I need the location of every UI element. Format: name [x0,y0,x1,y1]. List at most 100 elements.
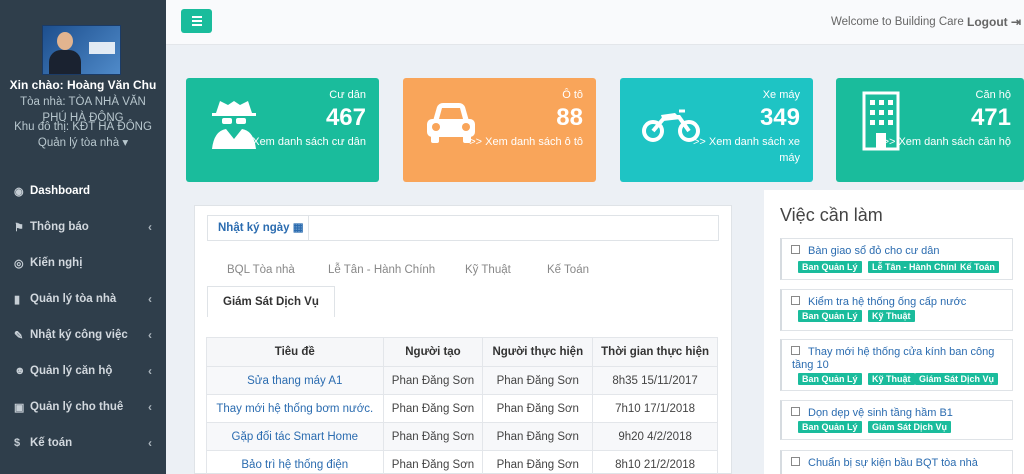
stat-label: Căn hộ [975,89,1011,101]
dashboard-icon: ◉ [14,185,24,198]
task-text[interactable]: Bàn giao sổ đỏ cho cư dân [808,245,1002,258]
tab-accounting[interactable]: Kế Toán [547,264,589,276]
view-apartments-link[interactable]: >> Xem danh sách căn hộ [881,134,1011,150]
todo-item: Bàn giao sổ đỏ cho cư dân Ban Quản Lý Lễ… [780,238,1013,280]
sidebar-item-accounting[interactable]: $ Kế toán ‹ [0,425,166,461]
view-residents-link[interactable]: >> Xem danh sách cư dân [236,134,366,150]
stat-label: Xe máy [762,89,800,101]
task-checkbox[interactable] [791,457,800,466]
topbar: Welcome to Building Care Logout ⇥ [166,0,1024,45]
column-header: Người tạo [382,337,484,367]
sidebar-item-notifications[interactable]: ⚑ Thông báo ‹ [0,209,166,245]
area-line: Khu đô thị: KĐT HÀ ĐÔNG [14,121,152,133]
tag-badge: Giám Sát Dịch Vụ [915,373,999,385]
todo-item: Thay mới hệ thống cửa kính ban công tầng… [780,339,1013,391]
task-checkbox[interactable] [791,245,800,254]
stat-value: 467 [325,104,366,131]
edit-icon: ✎ [14,329,24,342]
logout-link[interactable]: Logout ⇥ [967,15,1021,29]
sidebar-item-feedback[interactable]: ◎ Kiến nghị [0,245,166,281]
sidebar-menu: ◉ Dashboard ⚑ Thông báo ‹ ◎ Kiến nghị ▮ Quản … [0,173,166,461]
menu-toggle-button[interactable] [181,9,212,33]
stat-card-motorbikes: Xe máy 349 >> Xem danh sách xe máy [620,78,813,182]
tab-service-supervision[interactable]: Giám Sát Dịch Vụ [207,286,335,317]
task-checkbox[interactable] [791,407,800,416]
task-title-link[interactable]: Bảo trì hệ thống điện [206,450,384,474]
creator-cell: Phan Đăng Sơn [382,394,484,423]
time-cell: 7h10 17/1/2018 [592,394,718,423]
stat-card-apartments: Căn hộ 471 >> Xem danh sách căn hộ [836,78,1024,182]
diary-header: Nhật ký ngày ▦ [207,215,719,241]
building-line-1: Tòa nhà: TÒA NHÀ VĂN [20,96,146,108]
view-motorbikes-link[interactable]: >> Xem danh sách xe máy [670,134,800,166]
table-header-row: Tiêu đề Người tạo Người thực hiện Thời g… [206,337,718,367]
task-text[interactable]: Kiểm tra hệ thống ống cấp nước [808,296,1002,309]
target-icon: ◎ [14,257,24,270]
stat-value: 88 [556,104,583,131]
table-row: Thay mới hệ thống bơm nước. Phan Đăng Sơ… [206,394,718,423]
flag-icon: ⚑ [14,221,24,234]
users-icon: ☻ [14,365,26,377]
building-icon: ▮ [14,293,21,306]
chevron-left-icon: ‹ [148,364,152,378]
work-log-table: Tiêu đề Người tạo Người thực hiện Thời g… [206,337,718,474]
column-header: Tiêu đề [206,337,384,367]
sidebar-item-rental[interactable]: ▣ Quản lý cho thuê ‹ [0,389,166,425]
stat-value: 349 [759,104,800,131]
task-title-link[interactable]: Gặp đối tác Smart Home [206,422,384,451]
diary-title[interactable]: Nhật ký ngày ▦ [208,216,309,240]
time-cell: 8h10 21/2/2018 [592,450,718,474]
stat-value: 471 [970,104,1011,131]
todo-item: Chuẩn bị sự kiện bầu BQT tòa nhà [780,450,1013,474]
creator-cell: Phan Đăng Sơn [382,450,484,474]
welcome-text: Welcome to Building Care [831,16,964,28]
todo-item: Kiểm tra hệ thống ống cấp nước Ban Quản … [780,289,1013,331]
tab-bql[interactable]: BQL Tòa nhà [227,264,295,276]
chevron-left-icon: ‹ [148,328,152,342]
chevron-left-icon: ‹ [148,436,152,450]
assignee-cell: Phan Đăng Sơn [482,366,594,395]
sign-out-icon: ⇥ [1011,15,1022,29]
assignee-cell: Phan Đăng Sơn [482,450,594,474]
tab-reception[interactable]: Lễ Tân - Hành Chính [328,264,435,276]
avatar [42,25,121,75]
stat-label: Ô tô [562,89,583,101]
sidebar-item-building[interactable]: ▮ Quản lý tòa nhà ‹ [0,281,166,317]
tab-technical[interactable]: Kỹ Thuật [465,264,511,276]
tag-badge: Ban Quản Lý [798,310,862,322]
creator-cell: Phan Đăng Sơn [382,366,484,395]
tag-badge: Kế Toán [956,261,999,273]
task-text[interactable]: Chuẩn bị sự kiện bầu BQT tòa nhà [808,457,1002,470]
task-text[interactable]: Thay mới hệ thống cửa kính ban công tầng… [792,346,1002,372]
chevron-left-icon: ‹ [148,400,152,414]
sidebar-item-apartments[interactable]: ☻ Quản lý căn hộ ‹ [0,353,166,389]
view-cars-link[interactable]: >> Xem danh sách ô tô [453,134,583,150]
task-title-link[interactable]: Thay mới hệ thống bơm nước. [206,394,384,423]
column-header: Người thực hiện [482,337,594,367]
table-row: Sửa thang máy A1 Phan Đăng Sơn Phan Đăng… [206,366,718,395]
role-dropdown[interactable]: Quản lý tòa nhà ▾ [0,135,166,149]
tag-badge: Ban Quản Lý [798,373,862,385]
sidebar: Xin chào: Hoàng Văn Chu Tòa nhà: TÒA NHÀ… [0,0,166,474]
stat-card-cars: Ô tô 88 >> Xem danh sách ô tô [403,78,596,182]
sidebar-item-work-log[interactable]: ✎ Nhật ký công việc ‹ [0,317,166,353]
stat-card-residents: Cư dân 467 >> Xem danh sách cư dân [186,78,379,182]
chevron-left-icon: ‹ [148,292,152,306]
table-row: Bảo trì hệ thống điện Phan Đăng Sơn Phan… [206,450,718,474]
tag-badge: Lễ Tân - Hành Chính [868,261,964,273]
tag-badge: Ban Quản Lý [798,421,862,433]
tag-badge: Ban Quản Lý [798,261,862,273]
assignee-cell: Phan Đăng Sơn [482,422,594,451]
sidebar-item-dashboard[interactable]: ◉ Dashboard [0,173,166,209]
chevron-left-icon: ‹ [148,220,152,234]
caret-down-icon: ▾ [122,137,129,149]
column-header: Thời gian thực hiện [592,337,718,367]
user-greeting: Xin chào: Hoàng Văn Chu [9,78,157,92]
task-text[interactable]: Dọn dẹp vệ sinh tầng hầm B1 [808,407,1002,420]
task-title-link[interactable]: Sửa thang máy A1 [206,366,384,395]
task-checkbox[interactable] [791,296,800,305]
calendar-icon: ▦ [292,222,304,234]
stat-label: Cư dân [329,89,366,101]
briefcase-icon: ▣ [14,401,25,414]
time-cell: 8h35 15/11/2017 [592,366,718,395]
